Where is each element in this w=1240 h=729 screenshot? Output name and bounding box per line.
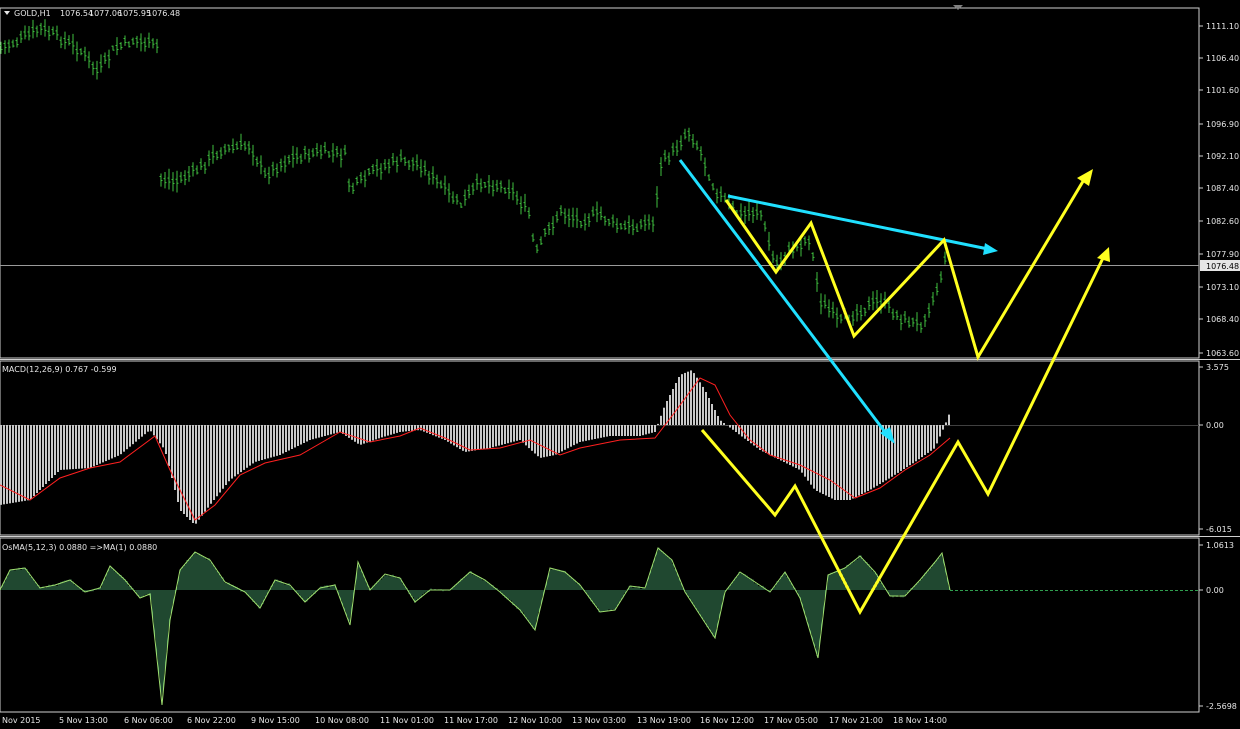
time-label: 16 Nov 12:00 — [700, 716, 754, 725]
macd-tick: -6.015 — [1206, 525, 1232, 534]
current-price-tag: 1076.48 — [1200, 260, 1240, 271]
osma-line — [0, 547, 951, 706]
price-tick: 1101.60 — [1206, 86, 1239, 95]
time-label: 13 Nov 19:00 — [637, 716, 691, 725]
osma-tick: 1.0613 — [1206, 541, 1234, 550]
macd-pane[interactable] — [0, 360, 1200, 536]
osma-pane[interactable] — [0, 537, 1200, 713]
price-axis: 1111.10 1106.40 1101.60 1096.90 1092.10 … — [1199, 22, 1239, 358]
osma-tick: -2.5698 — [1206, 702, 1237, 711]
osma-label: OsMA(5,12,3) 0.0880 =>MA(1) 0.0880 — [2, 543, 157, 552]
macd-histogram — [0, 370, 950, 524]
price-tick: 1096.90 — [1206, 120, 1239, 129]
price-pane[interactable] — [0, 7, 1200, 359]
time-label: 17 Nov 21:00 — [829, 716, 883, 725]
time-label: 18 Nov 14:00 — [893, 716, 947, 725]
time-label: 10 Nov 08:00 — [315, 716, 369, 725]
price-tick: 1063.60 — [1206, 349, 1239, 358]
time-label: 13 Nov 03:00 — [572, 716, 626, 725]
current-price-value: 1076.48 — [1206, 262, 1239, 271]
time-label: 6 Nov 06:00 — [124, 716, 173, 725]
time-label: 11 Nov 01:00 — [380, 716, 434, 725]
close-value: 1076.48 — [147, 9, 180, 18]
yellow-wave-annotations[interactable] — [700, 177, 1106, 616]
osma-tick: 0.00 — [1206, 586, 1224, 595]
time-label: 17 Nov 05:00 — [764, 716, 818, 725]
price-tick: 1073.10 — [1206, 283, 1239, 292]
macd-tick: 3.575 — [1206, 363, 1229, 372]
time-label: 5 Nov 13:00 — [59, 716, 108, 725]
time-label: 6 Nov 22:00 — [187, 716, 236, 725]
time-label: Nov 2015 — [2, 716, 41, 725]
trading-chart[interactable]: GOLD,H1 1076.54 1077.06 1075.95 1076.48 … — [0, 0, 1240, 729]
price-tick: 1068.40 — [1206, 315, 1239, 324]
macd-label: MACD(12,26,9) 0.767 -0.599 — [2, 365, 117, 374]
time-axis: Nov 2015 5 Nov 13:00 6 Nov 06:00 6 Nov 2… — [2, 716, 947, 725]
price-tick: 1092.10 — [1206, 152, 1239, 161]
price-tick: 1082.60 — [1206, 217, 1239, 226]
macd-tick: 0.00 — [1206, 421, 1224, 430]
price-tick: 1111.10 — [1206, 22, 1239, 31]
symbol-label: GOLD,H1 — [14, 9, 51, 18]
price-tick: 1077.90 — [1206, 250, 1239, 259]
macd-axis: 3.575 0.00 -6.015 — [1199, 363, 1232, 534]
time-label: 11 Nov 17:00 — [444, 716, 498, 725]
price-tick: 1087.40 — [1206, 184, 1239, 193]
time-label: 9 Nov 15:00 — [251, 716, 300, 725]
price-candles — [0, 19, 947, 333]
price-tick: 1106.40 — [1206, 54, 1239, 63]
osma-axis: 1.0613 0.00 -2.5698 — [1199, 541, 1237, 711]
time-label: 12 Nov 10:00 — [508, 716, 562, 725]
chevron-down-icon[interactable] — [4, 11, 10, 15]
